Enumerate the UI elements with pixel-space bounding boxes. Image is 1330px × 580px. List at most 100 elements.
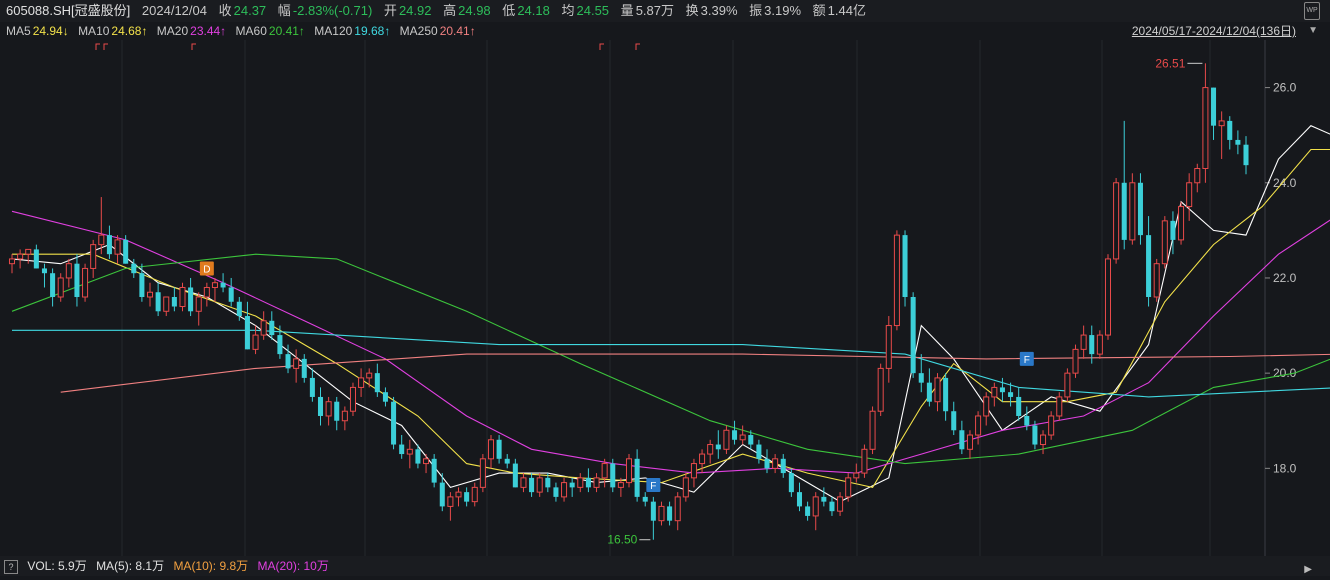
candle-body — [610, 463, 616, 488]
candle-body — [715, 444, 721, 450]
candle-body — [1056, 396, 1063, 417]
ma5-label: MA5 — [6, 24, 31, 38]
candle-body — [674, 496, 681, 522]
candle-body — [366, 372, 373, 379]
open-label: 开 — [383, 3, 397, 18]
edge-marker — [95, 43, 100, 50]
candle-body — [617, 482, 624, 488]
candle-body — [415, 449, 421, 464]
candle-body — [1153, 263, 1160, 298]
candle-body — [861, 448, 868, 474]
candle-body — [1146, 235, 1152, 297]
high-value: 24.98 — [458, 3, 491, 18]
candle-body — [358, 377, 365, 388]
candle-body — [682, 477, 689, 498]
candle-body — [837, 496, 844, 512]
candle-body — [902, 235, 908, 297]
help-icon[interactable]: ? — [4, 560, 18, 574]
wp-icon[interactable]: WP — [1304, 2, 1320, 20]
ma120-line — [12, 329, 1330, 398]
candle-body — [650, 501, 656, 521]
candle-body — [601, 463, 608, 479]
vol-value: VOL: 5.9万 — [27, 559, 87, 573]
candle-body — [114, 239, 121, 255]
candle-body — [1170, 220, 1176, 240]
candle-body — [853, 472, 860, 479]
ma5-value: 24.94↓ — [32, 24, 69, 38]
candle-body — [391, 401, 397, 445]
candle-body — [893, 234, 900, 327]
candle-body — [585, 477, 591, 488]
amplitude-value: 3.19% — [764, 3, 802, 18]
candle-body — [885, 325, 892, 369]
candle-body — [41, 268, 47, 274]
candle-body — [690, 463, 697, 479]
candle-body — [439, 482, 445, 507]
candle-body — [236, 301, 242, 317]
candle-body — [139, 273, 145, 297]
candle-body — [1178, 206, 1185, 241]
candle-body — [545, 477, 551, 488]
candle-body — [910, 297, 916, 374]
candle-body — [334, 401, 340, 421]
candle-body — [1032, 425, 1038, 445]
candle-body — [82, 267, 89, 298]
ma250-line — [60, 353, 1330, 393]
ma-legend: MA5 24.94↓ MA10 24.68↑ MA20 23.44↑ MA60 20.4… — [0, 22, 1330, 40]
candle-body — [845, 477, 852, 498]
candle-body — [569, 482, 575, 488]
amplitude-label: 振 — [749, 3, 763, 18]
candle-body — [155, 292, 161, 312]
candle-body — [293, 358, 300, 369]
candle-body — [317, 396, 324, 416]
candle-body — [479, 458, 486, 488]
change-label: 幅 — [277, 3, 291, 18]
candle-body — [561, 482, 568, 498]
candle-body — [593, 477, 600, 488]
candle-body — [1137, 182, 1143, 236]
candle-body — [926, 382, 932, 402]
vol-ma5: MA(5): 8.1万 — [96, 559, 165, 573]
candle-body — [98, 234, 105, 246]
candlestick-chart[interactable]: 18.020.022.024.026.026.5116.50DFF — [0, 40, 1330, 556]
stock-code[interactable]: 605088.SH[冠盛股份] — [6, 3, 130, 18]
candle-body — [512, 463, 518, 488]
candle-body — [195, 296, 202, 312]
y-tick-label: 18.0 — [1273, 461, 1297, 475]
candle-body — [699, 453, 706, 465]
ma250-value: 20.41↑ — [439, 24, 476, 38]
amount-value: 1.44亿 — [827, 3, 866, 18]
candle-body — [805, 506, 811, 516]
candle-body — [65, 263, 72, 279]
candle-body — [772, 458, 779, 469]
chevron-down-icon[interactable]: ▼ — [1308, 22, 1318, 40]
candle-body — [146, 291, 154, 298]
candle-body — [285, 354, 291, 369]
turnover-value: 3.39% — [700, 3, 738, 18]
edge-marker — [103, 43, 108, 50]
candle-body — [943, 377, 949, 412]
candle-body — [1129, 182, 1136, 241]
candle-body — [131, 263, 137, 274]
candle-body — [634, 458, 640, 497]
ma120-value: 19.68↑ — [354, 24, 391, 38]
candle-body — [123, 239, 129, 264]
candle-body — [821, 496, 827, 502]
candle-body — [471, 486, 478, 503]
candle-body — [464, 492, 470, 502]
candle-body — [33, 249, 39, 269]
candle-body — [1218, 120, 1225, 127]
candle-body — [301, 358, 307, 378]
candle-body — [812, 496, 819, 517]
candle-body — [1104, 258, 1112, 336]
candle-body — [228, 287, 234, 302]
candle-body — [203, 286, 210, 298]
candle-body — [796, 492, 803, 507]
chevron-right-icon[interactable]: ▶ — [1304, 560, 1312, 580]
date-range-selector[interactable]: 2024/05/17-2024/12/04(136日) — [1132, 22, 1296, 40]
candle-body — [966, 434, 973, 450]
candle-body — [918, 373, 924, 383]
candle-body — [171, 297, 177, 307]
candle-body — [739, 434, 746, 441]
candle-body — [529, 477, 535, 493]
